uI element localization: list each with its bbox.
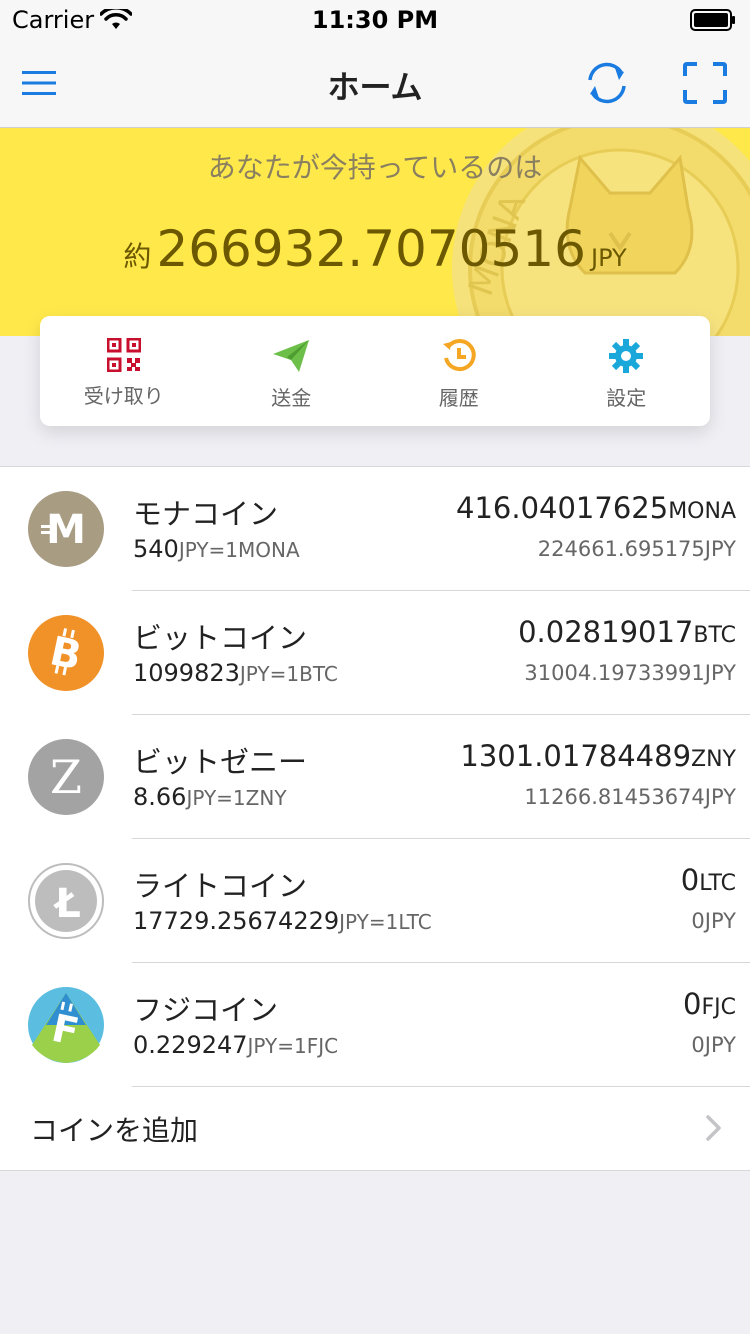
action-bar: 受け取り 送金 履歴 設定 <box>40 316 710 426</box>
coin-balance: 0.02819017BTC <box>518 615 736 649</box>
coin-name: ビットコイン <box>133 621 308 655</box>
send-icon <box>273 340 310 372</box>
settings-label: 設定 <box>606 386 647 410</box>
coin-rate: 1099823JPY=1BTC <box>133 659 338 687</box>
status-bar: Carrier 11:30 PM <box>0 0 750 40</box>
coin-jpy-value: 0JPY <box>691 909 736 933</box>
coin-jpy-value: 11266.81453674JPY <box>524 785 736 809</box>
coin-name: ビットゼニー <box>133 745 308 779</box>
navigation-bar: ホーム <box>0 40 750 128</box>
chevron-right-icon <box>706 1115 721 1141</box>
coin-balance: 0FJC <box>683 987 736 1021</box>
coin-list: M モナコイン 540JPY=1MONA 416.04017625MONA 22… <box>0 466 750 1171</box>
refresh-button[interactable] <box>582 58 632 108</box>
send-label: 送金 <box>271 386 312 410</box>
coin-jpy-value: 31004.19733991JPY <box>524 661 736 685</box>
history-button[interactable]: 履歴 <box>375 316 543 426</box>
coin-jpy-value: 0JPY <box>691 1033 736 1057</box>
monacoin-icon: M <box>28 491 104 567</box>
send-button[interactable]: 送金 <box>208 316 376 426</box>
balance-banner: MONA あなたが今持っているのは 約 266932.7070516 JPY <box>0 128 750 336</box>
coin-row-fujicoin[interactable]: F フジコイン 0.229247JPY=1FJC 0FJC 0JPY <box>0 963 750 1087</box>
receive-label: 受け取り <box>83 384 164 408</box>
coin-rate: 0.229247JPY=1FJC <box>133 1031 339 1059</box>
scan-button[interactable] <box>680 58 730 108</box>
scan-frame-icon <box>683 62 727 104</box>
coin-row-monacoin[interactable]: M モナコイン 540JPY=1MONA 416.04017625MONA 22… <box>0 467 750 591</box>
coin-name: ライトコイン <box>133 869 308 903</box>
page-title: ホーム <box>327 68 423 106</box>
fujicoin-icon: F <box>28 987 104 1063</box>
coin-balance: 0LTC <box>680 863 736 897</box>
svg-text:Z: Z <box>50 750 82 804</box>
receive-button[interactable]: 受け取り <box>40 316 208 426</box>
coin-jpy-value: 224661.695175JPY <box>537 537 736 561</box>
refresh-icon <box>588 62 626 104</box>
coin-balance: 416.04017625MONA <box>456 491 736 525</box>
coin-row-bitcoin[interactable]: B ビットコイン 1099823JPY=1BTC 0.02819017BTC 3… <box>0 591 750 715</box>
total-amount: 266932.7070516 <box>156 220 586 278</box>
coin-balance: 1301.01784489ZNY <box>460 739 736 773</box>
litecoin-icon: Ł <box>28 863 104 939</box>
total-unit: JPY <box>590 244 627 272</box>
add-coin-label: コインを追加 <box>30 1114 199 1147</box>
svg-text:M: M <box>46 507 86 553</box>
settings-button[interactable]: 設定 <box>543 316 711 426</box>
svg-text:Ł: Ł <box>53 881 81 927</box>
total-balance: 約 266932.7070516 JPY <box>0 220 750 278</box>
bitzeny-icon: Z <box>28 739 104 815</box>
history-icon <box>442 339 476 372</box>
coin-name: モナコイン <box>133 497 279 531</box>
balance-caption: あなたが今持っているのは <box>207 151 543 184</box>
approx-prefix: 約 <box>123 240 152 273</box>
coin-row-bitzeny[interactable]: Z ビットゼニー 8.66JPY=1ZNY 1301.01784489ZNY 1… <box>0 715 750 839</box>
bitcoin-icon: B <box>28 615 104 691</box>
status-time: 11:30 PM <box>311 6 439 34</box>
qr-code-icon <box>106 338 141 372</box>
gear-icon <box>609 339 644 373</box>
coin-row-litecoin[interactable]: Ł ライトコイン 17729.25674229JPY=1LTC 0LTC 0JP… <box>0 839 750 963</box>
coin-name: フジコイン <box>133 993 279 1027</box>
coin-rate: 540JPY=1MONA <box>133 535 300 563</box>
add-coin-row[interactable]: コインを追加 <box>0 1087 750 1170</box>
coin-rate: 8.66JPY=1ZNY <box>133 783 287 811</box>
battery-icon <box>690 9 735 31</box>
history-label: 履歴 <box>438 386 479 410</box>
coin-rate: 17729.25674229JPY=1LTC <box>133 907 432 935</box>
